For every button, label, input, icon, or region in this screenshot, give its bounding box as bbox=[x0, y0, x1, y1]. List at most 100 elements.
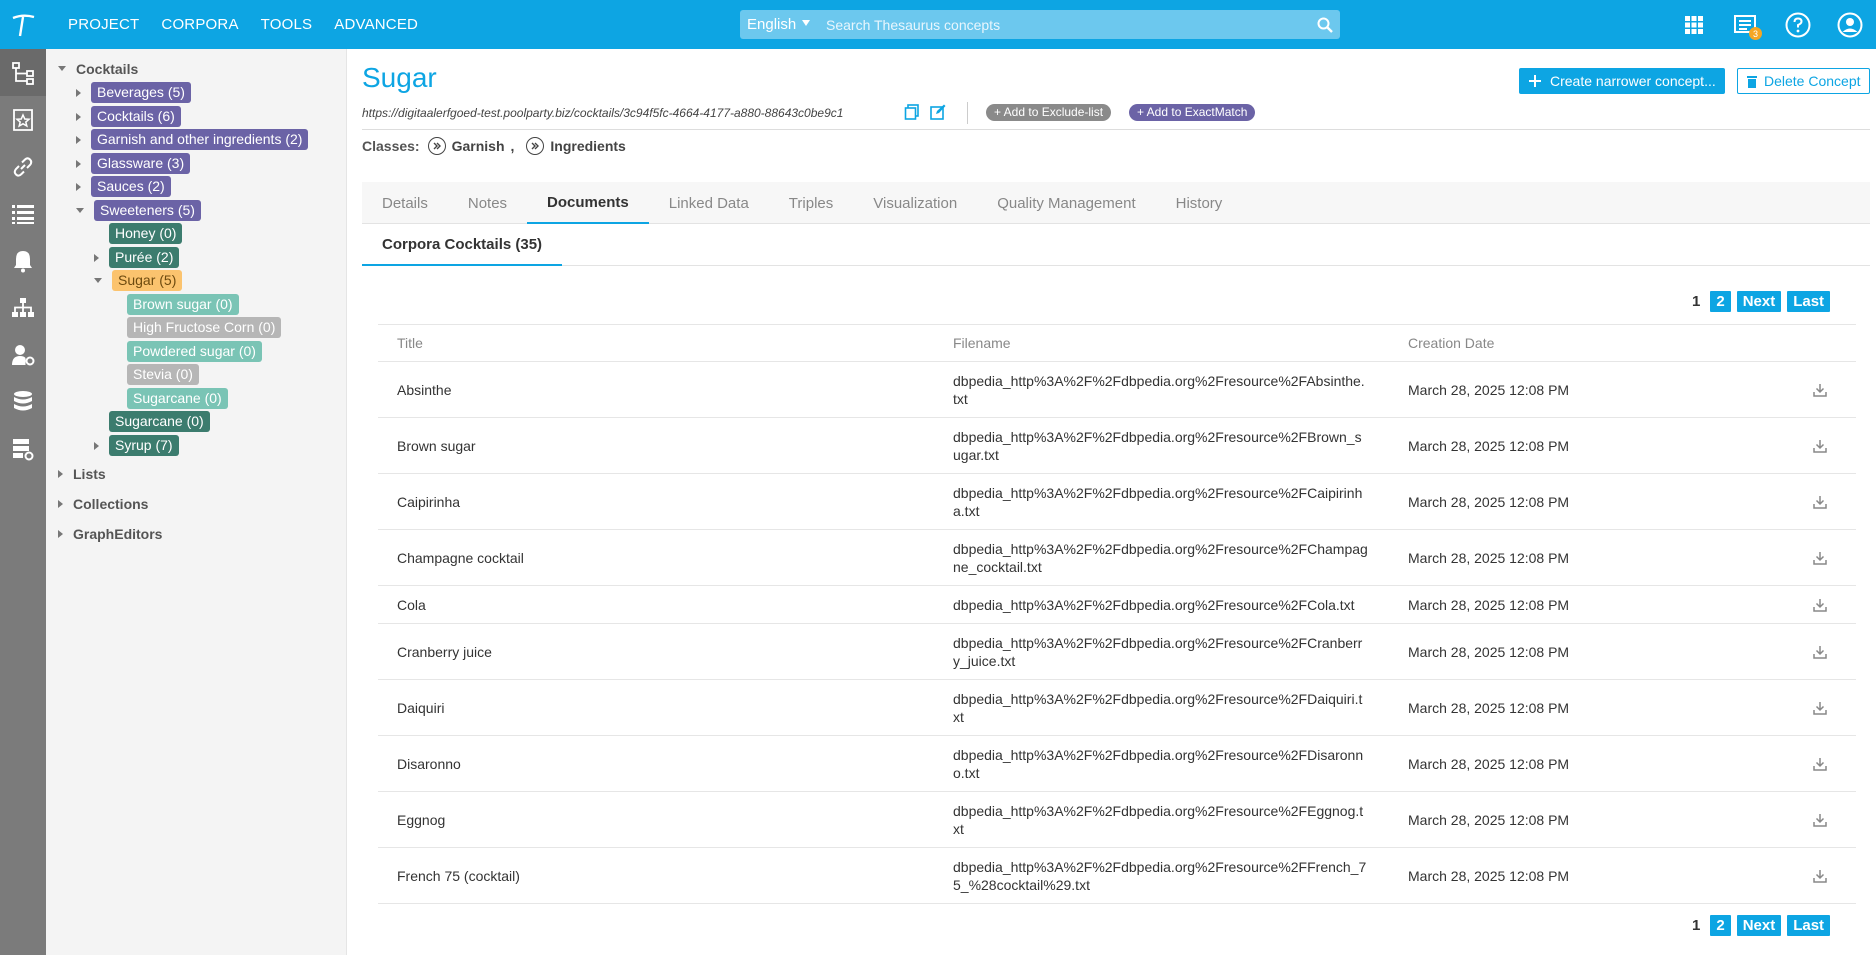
tab-triples[interactable]: Triples bbox=[769, 182, 853, 224]
menu-advanced[interactable]: ADVANCED bbox=[334, 16, 418, 33]
tab-visualization[interactable]: Visualization bbox=[853, 182, 977, 224]
language-select[interactable]: English bbox=[740, 10, 818, 39]
tree-item-garnish[interactable]: Garnish and other ingredients (2) bbox=[76, 129, 309, 150]
search-input[interactable] bbox=[818, 10, 1310, 39]
tree-chip[interactable]: Syrup (7) bbox=[109, 435, 179, 456]
tab-notes[interactable]: Notes bbox=[448, 182, 527, 224]
create-narrower-concept-button[interactable]: Create narrower concept... bbox=[1519, 68, 1725, 94]
tree-chip[interactable]: Garnish and other ingredients (2) bbox=[91, 129, 309, 150]
caret-right-icon[interactable] bbox=[58, 529, 63, 538]
bell-icon[interactable] bbox=[0, 237, 46, 284]
tree-section-grapheditors[interactable]: GraphEditors bbox=[58, 523, 162, 544]
table-row[interactable]: Brown sugar dbpedia_http%3A%2F%2Fdbpedia.… bbox=[378, 418, 1856, 474]
tab-documents[interactable]: Documents bbox=[527, 182, 649, 224]
add-to-exactmatch-button[interactable]: + Add to ExactMatch bbox=[1129, 104, 1256, 121]
page-2-button[interactable]: 2 bbox=[1710, 291, 1731, 312]
caret-right-icon[interactable] bbox=[76, 182, 81, 191]
caret-down-icon[interactable] bbox=[94, 278, 102, 283]
tree-chip[interactable]: Powdered sugar (0) bbox=[127, 341, 262, 362]
tree-item-honey[interactable]: Honey (0) bbox=[94, 223, 183, 244]
list-icon[interactable] bbox=[0, 190, 46, 237]
tree-chip[interactable]: Sweeteners (5) bbox=[94, 200, 201, 221]
download-icon[interactable] bbox=[1805, 736, 1835, 791]
tree-item-sauces[interactable]: Sauces (2) bbox=[76, 176, 171, 197]
concept-uri[interactable]: https://digitaalerfgoed-test.poolparty.b… bbox=[362, 106, 843, 120]
link-icon[interactable] bbox=[0, 143, 46, 190]
caret-right-icon[interactable] bbox=[58, 499, 63, 508]
table-row[interactable]: Champagne cocktail dbpedia_http%3A%2F%2Fd… bbox=[378, 530, 1856, 586]
table-row[interactable]: Eggnog dbpedia_http%3A%2F%2Fdbpedia.org%2… bbox=[378, 792, 1856, 848]
caret-right-icon[interactable] bbox=[76, 159, 81, 168]
table-row[interactable]: French 75 (cocktail) dbpedia_http%3A%2F%2… bbox=[378, 848, 1856, 904]
tree-item-glassware[interactable]: Glassware (3) bbox=[76, 153, 191, 174]
table-row[interactable]: Absinthe dbpedia_http%3A%2F%2Fdbpedia.org… bbox=[378, 362, 1856, 418]
download-icon[interactable] bbox=[1805, 680, 1835, 735]
tree-item-sweeteners[interactable]: Sweeteners (5) bbox=[76, 200, 201, 221]
header-creation-date[interactable]: Creation Date bbox=[1408, 325, 1708, 361]
tree-chip[interactable]: Cocktails (6) bbox=[91, 106, 181, 127]
class-garnish[interactable]: Garnish, bbox=[427, 137, 514, 155]
caret-right-icon[interactable] bbox=[58, 469, 63, 478]
download-icon[interactable] bbox=[1805, 624, 1835, 679]
edit-icon[interactable] bbox=[930, 104, 946, 125]
tab-details[interactable]: Details bbox=[362, 182, 448, 224]
table-row[interactable]: Caipirinha dbpedia_http%3A%2F%2Fdbpedia.o… bbox=[378, 474, 1856, 530]
caret-right-icon[interactable] bbox=[76, 135, 81, 144]
caret-down-icon[interactable] bbox=[58, 66, 66, 71]
tree-chip[interactable]: High Fructose Corn (0) bbox=[127, 317, 282, 338]
tab-history[interactable]: History bbox=[1156, 182, 1243, 224]
caret-right-icon[interactable] bbox=[94, 441, 99, 450]
download-icon[interactable] bbox=[1805, 474, 1835, 529]
tree-item-sugar[interactable]: Sugar (5) bbox=[94, 270, 183, 291]
tree-item-stevia[interactable]: Stevia (0) bbox=[112, 364, 199, 385]
org-chart-icon[interactable] bbox=[0, 284, 46, 331]
last-page-button[interactable]: Last bbox=[1787, 291, 1831, 312]
caret-down-icon[interactable] bbox=[76, 208, 84, 213]
page-2-button[interactable]: 2 bbox=[1710, 915, 1731, 936]
tree-chip-selected[interactable]: Sugar (5) bbox=[112, 270, 183, 291]
tree-item-syrup[interactable]: Syrup (7) bbox=[94, 435, 179, 456]
download-icon[interactable] bbox=[1805, 792, 1835, 847]
delete-concept-button[interactable]: Delete Concept bbox=[1737, 68, 1870, 94]
tree-chip[interactable]: Sugarcane (0) bbox=[109, 411, 210, 432]
caret-right-icon[interactable] bbox=[76, 112, 81, 121]
tab-quality-management[interactable]: Quality Management bbox=[977, 182, 1155, 224]
tree-section-collections[interactable]: Collections bbox=[58, 493, 148, 514]
copy-icon[interactable] bbox=[904, 104, 920, 125]
download-icon[interactable] bbox=[1805, 530, 1835, 585]
user-settings-icon[interactable] bbox=[0, 331, 46, 378]
menu-tools[interactable]: TOOLS bbox=[261, 16, 313, 33]
next-page-button[interactable]: Next bbox=[1736, 915, 1782, 936]
tree-item-puree[interactable]: Purée (2) bbox=[94, 247, 180, 268]
tree-item-cocktails[interactable]: Cocktails (6) bbox=[76, 106, 181, 127]
last-page-button[interactable]: Last bbox=[1787, 915, 1831, 936]
tree-item-sugarcane[interactable]: Sugarcane (0) bbox=[94, 411, 210, 432]
download-icon[interactable] bbox=[1805, 848, 1835, 903]
header-title[interactable]: Title bbox=[397, 325, 937, 361]
search-icon[interactable] bbox=[1310, 17, 1340, 33]
tree-root[interactable]: Cocktails bbox=[58, 58, 138, 79]
caret-right-icon[interactable] bbox=[76, 88, 81, 97]
favorites-icon[interactable] bbox=[0, 96, 46, 143]
header-filename[interactable]: Filename bbox=[953, 325, 1368, 361]
hierarchy-tree-icon[interactable] bbox=[0, 49, 46, 96]
server-settings-icon[interactable] bbox=[0, 425, 46, 472]
next-page-button[interactable]: Next bbox=[1736, 291, 1782, 312]
tree-chip[interactable]: Sauces (2) bbox=[91, 176, 171, 197]
table-row[interactable]: Disaronno dbpedia_http%3A%2F%2Fdbpedia.or… bbox=[378, 736, 1856, 792]
subtab-corpora-cocktails[interactable]: Corpora Cocktails (35) bbox=[362, 225, 562, 266]
tree-chip[interactable]: Brown sugar (0) bbox=[127, 294, 239, 315]
poolparty-logo-icon[interactable] bbox=[0, 0, 46, 49]
notifications-icon[interactable]: 3 bbox=[1720, 0, 1772, 49]
caret-right-icon[interactable] bbox=[94, 253, 99, 262]
apps-grid-icon[interactable] bbox=[1668, 0, 1720, 49]
download-icon[interactable] bbox=[1805, 586, 1835, 623]
download-icon[interactable] bbox=[1805, 362, 1835, 417]
tree-chip[interactable]: Beverages (5) bbox=[91, 82, 191, 103]
table-row[interactable]: Cranberry juice dbpedia_http%3A%2F%2Fdbpe… bbox=[378, 624, 1856, 680]
user-avatar-icon[interactable] bbox=[1824, 0, 1876, 49]
tree-section-lists[interactable]: Lists bbox=[58, 463, 106, 484]
tree-item-powdered-sugar[interactable]: Powdered sugar (0) bbox=[112, 341, 262, 362]
table-row[interactable]: Cola dbpedia_http%3A%2F%2Fdbpedia.org%2Fr… bbox=[378, 586, 1856, 624]
tree-item-sugarcane-sub[interactable]: Sugarcane (0) bbox=[112, 388, 228, 409]
